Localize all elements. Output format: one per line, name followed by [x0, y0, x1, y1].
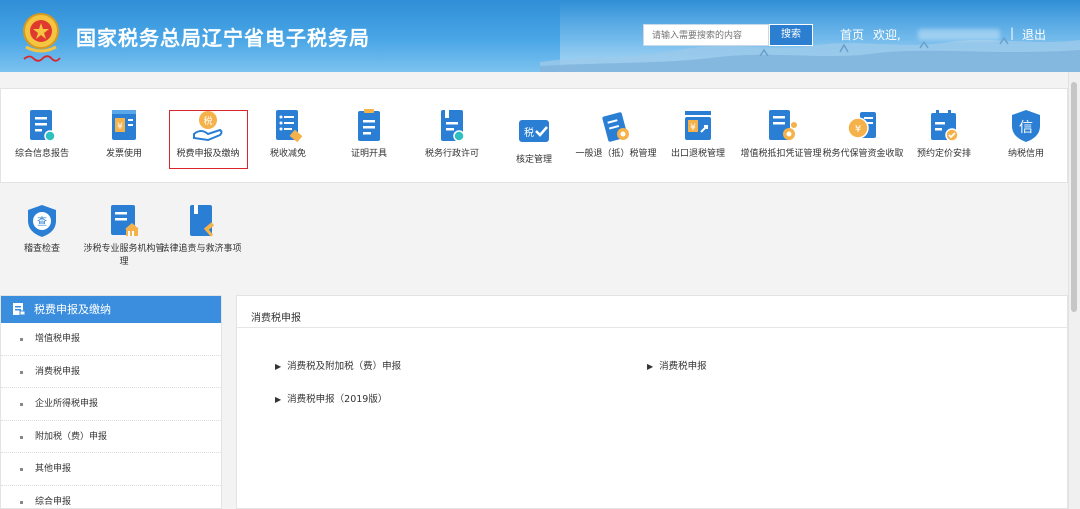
pricing-icon	[931, 110, 959, 142]
tax-bureau-emblem-icon	[23, 13, 61, 62]
link-consumption-and-surtax[interactable]: ▶ 消费税及附加税（费）申报	[275, 358, 401, 372]
menu-item-label: 一般退（抵）税管理	[575, 149, 657, 159]
agency-icon	[111, 205, 139, 236]
sidebar-item-corporate-income-tax[interactable]: 企业所得税申报	[1, 388, 221, 421]
document-icon	[13, 303, 26, 316]
sidebar-item-comprehensive[interactable]: 综合申报	[1, 486, 221, 509]
link-label: 消费税申报（2019版）	[287, 394, 388, 405]
menu-item-label: 纳税信用	[1007, 149, 1044, 159]
sidebar-item-surtax[interactable]: 附加税（费）申报	[1, 421, 221, 453]
menu-item-pricing[interactable]: 预约定价安排	[902, 108, 986, 161]
menu-item-inspection[interactable]: 查 稽查检查	[0, 203, 84, 256]
link-label: 消费税申报	[659, 361, 707, 372]
welcome-text: 欢迎,	[873, 28, 901, 42]
header-banner: 国家税务总局辽宁省电子税务局 搜索 首页 欢迎, | 退出	[0, 0, 1080, 72]
link-consumption-tax-2019[interactable]: ▶ 消费税申报（2019版）	[275, 391, 387, 405]
menu-item-vat-voucher[interactable]: 增值税抵扣凭证管理	[739, 108, 823, 161]
menu-item-label: 稽查检查	[23, 244, 60, 254]
triangle-right-icon: ▶	[275, 362, 282, 371]
highlight-box-menu	[169, 110, 248, 169]
content-panel: 消费税申报 ▶ 消费税及附加税（费）申报 ▶ 消费税申报 ▶ 消费税申报（2019版）	[236, 295, 1069, 509]
menu-item-label: 发票使用	[105, 149, 142, 159]
content-divider	[237, 327, 1069, 328]
menu-item-credit[interactable]: 信 纳税信用	[984, 108, 1068, 161]
menu-item-agency[interactable]: 涉税专业服务机构管理	[82, 203, 166, 269]
menu-item-label: 证明开具	[350, 149, 387, 159]
content-title: 消费税申报	[251, 313, 301, 324]
sidebar-title: 税费申报及缴纳	[34, 303, 111, 316]
menu-item-invoice[interactable]: ¥ 发票使用	[82, 108, 166, 161]
legal-icon	[190, 205, 215, 237]
sidebar-item-vat[interactable]: 增值税申报	[1, 323, 221, 356]
menu-item-refund[interactable]: 一般退（抵）税管理	[574, 108, 658, 161]
assessment-icon: 税	[519, 120, 549, 142]
sidebar-item-consumption-tax[interactable]: 消费税申报	[1, 356, 221, 388]
menu-item-label: 税务行政许可	[424, 149, 479, 159]
search-button[interactable]: 搜索	[769, 24, 813, 46]
export-refund-icon: ¥	[685, 111, 711, 140]
sidebar: 税费申报及缴纳 增值税申报 消费税申报 企业所得税申报 附加税（费）申报 其他申…	[0, 295, 222, 509]
link-label: 消费税及附加税（费）申报	[287, 361, 402, 372]
inspection-icon: 查	[28, 205, 56, 237]
menu-item-label: 出口退税管理	[670, 149, 725, 159]
svg-text:查: 查	[37, 215, 47, 228]
info-report-icon	[30, 110, 56, 142]
svg-text:¥: ¥	[690, 123, 696, 133]
menu-item-label: 核定管理	[515, 155, 552, 165]
invoice-icon: ¥	[112, 110, 136, 140]
menu-item-export-refund[interactable]: ¥ 出口退税管理	[656, 108, 740, 161]
sidebar-header: 税费申报及缴纳	[1, 296, 221, 323]
menu-item-label: 税务代保管资金收取	[822, 149, 904, 159]
user-name-redacted	[918, 29, 1000, 40]
menu-item-label: 涉税专业服务机构管理	[83, 244, 165, 267]
vat-voucher-icon	[769, 110, 797, 140]
menu-item-custody-fund[interactable]: ¥ 税务代保管资金收取	[821, 108, 905, 161]
svg-text:¥: ¥	[117, 122, 123, 132]
menu-item-label: 税收减免	[269, 149, 306, 159]
nav-home-link[interactable]: 首页	[840, 26, 864, 43]
custody-fund-icon: ¥	[847, 112, 876, 139]
nav-separator: |	[1010, 26, 1015, 40]
menu-item-legal[interactable]: 法律追责与救济事项	[159, 203, 243, 256]
tax-relief-icon	[276, 110, 303, 143]
logout-link[interactable]: 退出	[1022, 26, 1046, 43]
menu-item-tax-relief[interactable]: 税收减免	[246, 108, 330, 161]
menu-item-label: 法律追责与救济事项	[160, 244, 242, 254]
site-title: 国家税务总局辽宁省电子税务局	[76, 26, 370, 50]
svg-text:信: 信	[1019, 120, 1033, 136]
app-root: 国家税务总局辽宁省电子税务局 搜索 首页 欢迎, | 退出 综合信息报告 ¥ 发…	[0, 0, 1080, 509]
menu-item-info-report[interactable]: 综合信息报告	[0, 108, 84, 161]
credit-icon: 信	[1012, 110, 1040, 142]
menu-item-license[interactable]: 税务行政许可	[410, 108, 494, 161]
menu-item-certificate[interactable]: 证明开具	[327, 108, 411, 161]
menu-item-label: 增值税抵扣凭证管理	[740, 149, 822, 159]
sidebar-item-other[interactable]: 其他申报	[1, 453, 221, 486]
svg-text:税: 税	[524, 126, 534, 139]
triangle-right-icon: ▶	[275, 395, 282, 404]
certificate-icon	[358, 109, 380, 141]
search-input[interactable]	[643, 24, 769, 46]
svg-text:¥: ¥	[855, 124, 861, 135]
refund-icon	[602, 112, 629, 142]
menu-item-assessment[interactable]: 税 核定管理	[492, 114, 576, 167]
menu-item-label: 综合信息报告	[14, 149, 69, 159]
menu-item-label: 预约定价安排	[916, 149, 971, 159]
license-icon	[441, 110, 465, 142]
link-consumption-tax[interactable]: ▶ 消费税申报	[647, 358, 707, 372]
triangle-right-icon: ▶	[647, 362, 654, 371]
scrollbar-thumb[interactable]	[1071, 82, 1077, 312]
